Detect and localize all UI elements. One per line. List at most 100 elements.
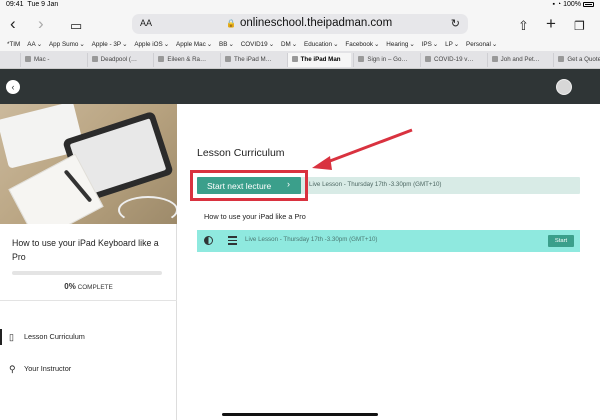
chevron-down-icon: ⌄ xyxy=(36,41,42,48)
tab-label: The iPad M… xyxy=(234,56,272,63)
section-title: How to use your iPad like a Pro xyxy=(204,212,306,221)
status-date: Tue 9 Jan xyxy=(27,1,59,8)
book-icon: ▯ xyxy=(9,332,14,342)
favicon-icon xyxy=(425,56,431,63)
lecture-start-button[interactable]: Start xyxy=(548,235,574,247)
chevron-down-icon: ⌄ xyxy=(409,41,415,48)
favicon-icon xyxy=(225,56,231,63)
new-tab-icon[interactable]: + xyxy=(546,14,556,34)
address-bar[interactable]: AA 🔒 onlineschool.theipadman.com ↻ xyxy=(132,14,468,34)
sidebar-item-label: Lesson Curriculum xyxy=(24,332,85,341)
bookmark-item[interactable]: Personal xyxy=(466,41,491,48)
sidebar-item-label: Your Instructor xyxy=(24,364,72,373)
tab-label: Eileen & Ra… xyxy=(167,56,207,63)
active-indicator xyxy=(0,329,2,345)
tab-strip: Mac - Deadpool (… Eileen & Ra… The iPad M…… xyxy=(0,51,600,69)
page-title: Lesson Curriculum xyxy=(197,147,285,159)
sidebar-item-lesson-curriculum[interactable]: ▯ Lesson Curriculum xyxy=(0,329,177,345)
chevron-down-icon: ⌄ xyxy=(491,41,498,48)
main-content: Lesson Curriculum Live Lesson - Thursday… xyxy=(178,104,600,420)
progress-bar xyxy=(12,271,162,275)
site-header: ‹ xyxy=(0,69,600,104)
back-arrow-icon[interactable]: ‹ xyxy=(6,80,20,94)
cable-image xyxy=(118,196,177,224)
tab[interactable]: COVID-19 v… xyxy=(420,53,485,67)
lecture-title: Live Lesson - Thursday 17th -3.30pm (GMT… xyxy=(245,236,378,243)
chevron-down-icon: ⌄ xyxy=(268,41,274,48)
status-bar: 09:41 Tue 9 Jan ▪︎ ◔ 100% xyxy=(0,0,600,10)
tab[interactable]: Sign in – Go… xyxy=(353,53,418,67)
chevron-down-icon: ⌄ xyxy=(163,41,169,48)
bookmark-item[interactable]: DM xyxy=(281,41,291,48)
half-circle-icon xyxy=(204,236,213,245)
chevron-down-icon: ⌄ xyxy=(122,41,128,48)
avatar[interactable] xyxy=(556,79,572,95)
bookmark-item[interactable]: Facebook xyxy=(345,41,373,48)
bookmark-item[interactable]: Hearing xyxy=(386,41,408,48)
share-icon[interactable]: ⇧ xyxy=(518,16,529,36)
tab-label: COVID-19 v… xyxy=(434,56,474,63)
divider xyxy=(0,300,177,301)
tabs-overview-icon[interactable]: ❐ xyxy=(574,16,585,36)
red-highlight-box xyxy=(190,170,308,201)
chevron-down-icon: ⌄ xyxy=(79,41,85,48)
tab-label: Mac - xyxy=(34,56,50,63)
tab-active[interactable]: The iPad Man xyxy=(286,53,352,67)
bookmark-item[interactable]: Apple iOS xyxy=(134,41,162,48)
bookmarks-bar: *TIM AA⌄ App Sumo⌄ Apple - 3P⌄ Apple iOS⌄ App… xyxy=(0,38,600,51)
status-time: 09:41 xyxy=(6,1,24,8)
favicon-icon xyxy=(358,56,365,63)
browser-toolbar: ‹ › ▭ AA 🔒 onlineschool.theipadman.com ↻… xyxy=(0,10,600,38)
bookmark-item[interactable]: App Sumo xyxy=(49,41,78,48)
url-text: onlineschool.theipadman.com xyxy=(240,17,393,29)
tab-label: Get a Quote… xyxy=(567,56,600,63)
lock-icon: 🔒 xyxy=(226,19,236,28)
course-thumbnail xyxy=(0,104,177,224)
tab[interactable]: Eileen & Ra… xyxy=(153,53,218,67)
tab-label: Sign in – Go… xyxy=(367,56,408,63)
bookmark-item[interactable]: IPS xyxy=(422,41,432,48)
tab[interactable]: The iPad M… xyxy=(220,53,285,67)
battery-icon xyxy=(583,1,594,7)
tab[interactable]: Joh and Pet… xyxy=(486,53,552,67)
status-right: ▪︎ ◔ 100% xyxy=(552,0,594,10)
lines-icon xyxy=(228,236,237,245)
bookmark-item[interactable]: BB xyxy=(219,41,227,48)
back-icon[interactable]: ‹ xyxy=(10,14,16,34)
lecture-row[interactable]: Live Lesson - Thursday 17th -3.30pm (GMT… xyxy=(197,230,580,252)
favicon-icon xyxy=(25,56,31,63)
chevron-down-icon: ⌄ xyxy=(374,41,380,48)
tab-label: Deadpool (… xyxy=(100,56,138,63)
tab[interactable]: Deadpool (… xyxy=(86,53,152,67)
bookmark-item[interactable]: LP xyxy=(445,41,453,48)
status-time-date: 09:41 Tue 9 Jan xyxy=(6,0,58,10)
chevron-down-icon: ⌄ xyxy=(432,41,439,48)
bookmark-item[interactable]: Apple Mac xyxy=(176,41,206,48)
reader-aa-button[interactable]: AA xyxy=(140,18,152,28)
red-arrow-annotation xyxy=(312,128,413,170)
tab[interactable]: Get a Quote… xyxy=(553,53,600,67)
favicon-icon xyxy=(291,56,298,63)
bookmark-item[interactable]: Apple - 3P xyxy=(92,41,121,48)
reload-icon[interactable]: ↻ xyxy=(451,17,460,30)
sidebar-toggle-icon[interactable]: ▭ xyxy=(70,16,82,36)
tab-label: Joh and Pet… xyxy=(500,56,540,63)
course-title: How to use your iPad Keyboard like a Pro xyxy=(12,238,159,262)
bookmark-item[interactable]: AA xyxy=(27,41,35,48)
favicon-icon xyxy=(91,56,98,63)
favicon-icon xyxy=(558,56,565,63)
forward-icon[interactable]: › xyxy=(38,14,44,34)
bookmark-item[interactable]: Education xyxy=(304,41,332,48)
progress-value: 0% xyxy=(64,282,76,291)
chevron-down-icon: ⌄ xyxy=(291,41,298,48)
progress-text: 0% COMPLETE xyxy=(0,282,177,291)
chevron-down-icon: ⌄ xyxy=(453,41,460,48)
tab[interactable]: Mac - xyxy=(20,53,85,67)
bookmark-item[interactable]: COVID19 xyxy=(241,41,268,48)
next-lecture-text: Live Lesson - Thursday 17th -3.30pm (GMT… xyxy=(309,181,442,188)
person-icon: ⚲ xyxy=(9,364,16,374)
progress-label: COMPLETE xyxy=(77,284,113,291)
favicon-icon xyxy=(491,56,498,63)
sidebar-item-your-instructor[interactable]: ⚲ Your Instructor xyxy=(0,361,177,377)
bookmark-item[interactable]: *TIM xyxy=(7,41,20,48)
